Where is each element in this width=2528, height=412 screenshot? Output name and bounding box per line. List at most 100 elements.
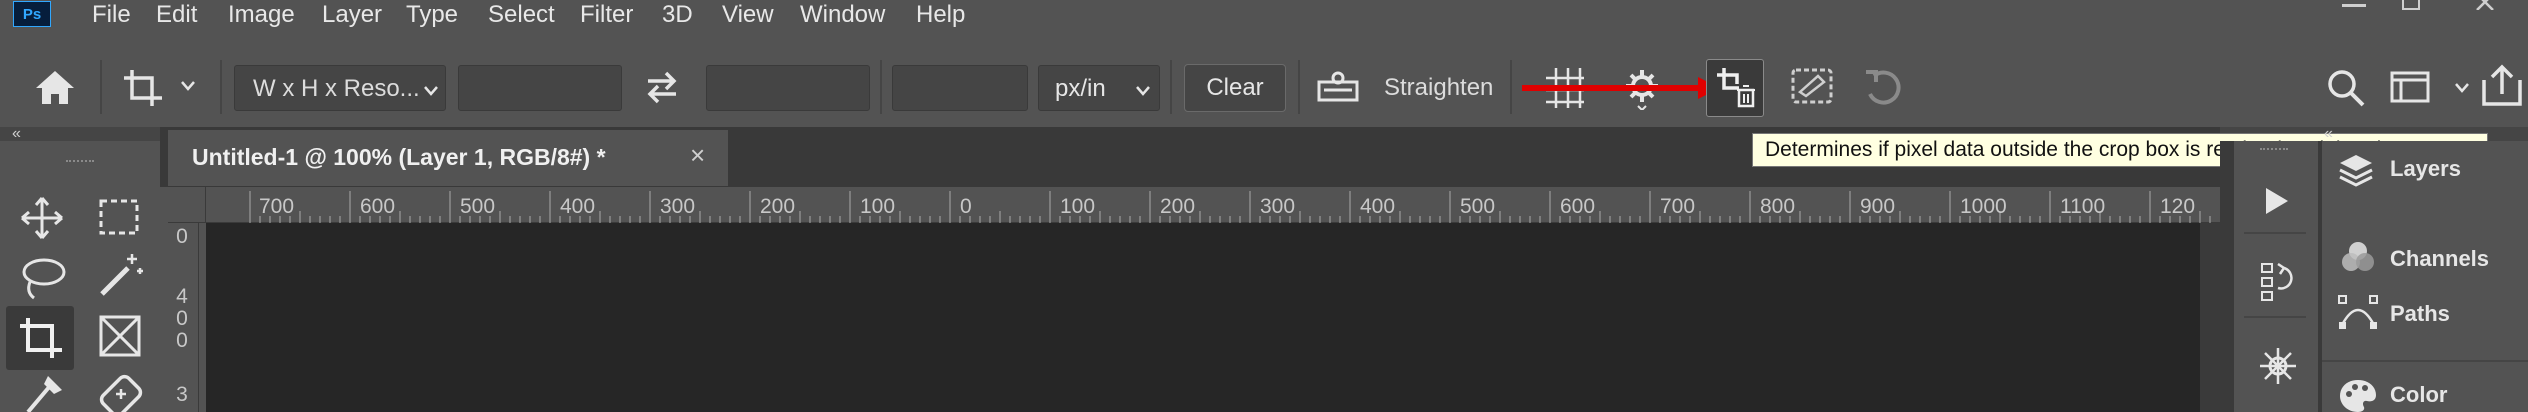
workspace-icon[interactable] — [2390, 70, 2430, 104]
ruler-label: 0 — [176, 307, 188, 330]
frame-tool-icon[interactable] — [98, 314, 142, 358]
ratio-preset-value: W x H x Reso... — [253, 75, 420, 102]
panel-label-paths: Paths — [2390, 301, 2450, 326]
straighten-label[interactable]: Straighten — [1384, 74, 1493, 102]
ratio-preset-dropdown[interactable]: W x H x Reso... — [234, 65, 446, 111]
document-tab-title: Untitled-1 @ 100% (Layer 1, RGB/8#) * — [192, 144, 606, 170]
layers-icon — [2338, 153, 2374, 187]
reset-crop-icon[interactable] — [1862, 68, 1906, 106]
ruler-label: 200 — [760, 195, 796, 218]
delete-cropped-pixels-toggle[interactable] — [1706, 59, 1764, 117]
vertical-scrollbar[interactable] — [2200, 223, 2220, 412]
document-tab[interactable]: Untitled-1 @ 100% (Layer 1, RGB/8#) * × — [168, 130, 728, 186]
menu-select[interactable]: Select — [488, 0, 555, 30]
ruler-label: 0 — [960, 195, 972, 218]
ruler-label: 500 — [460, 195, 496, 218]
history-icon[interactable] — [2260, 262, 2296, 302]
separator — [880, 60, 882, 114]
panel-item-channels[interactable]: Channels — [2322, 231, 2528, 285]
magic-wand-tool-icon[interactable] — [98, 252, 144, 298]
menu-window[interactable]: Window — [800, 0, 885, 30]
vertical-ruler: 0 4 0 0 3 — [168, 223, 206, 412]
ruler-label: 200 — [1160, 195, 1196, 218]
chevron-down-icon — [423, 85, 439, 97]
maximize-window-icon[interactable] — [2402, 0, 2420, 10]
crop-delete-pixels-icon — [1715, 66, 1757, 110]
eyedropper-tool-icon[interactable] — [22, 372, 66, 412]
horizontal-ruler: 700 600 500 400 300 200 100 0 100 200 30… — [206, 187, 2220, 223]
ruler-label: 1100 — [2060, 195, 2106, 218]
separator — [2322, 360, 2528, 362]
collapse-toolbar-icon[interactable]: « — [12, 126, 21, 142]
color-palette-icon — [2338, 378, 2378, 412]
annotation-arrow — [1522, 85, 1700, 91]
clear-button[interactable]: Clear — [1184, 64, 1286, 112]
minimize-window-icon[interactable] — [2342, 4, 2366, 7]
menu-help[interactable]: Help — [916, 0, 965, 30]
menu-image[interactable]: Image — [228, 0, 295, 30]
lasso-tool-icon[interactable] — [20, 256, 68, 302]
separator — [1170, 60, 1172, 114]
panel-label-layers: Layers — [2390, 156, 2461, 181]
paths-icon — [2338, 295, 2378, 331]
ruler-label: 500 — [1460, 195, 1496, 218]
ruler-label: 4 — [176, 285, 188, 308]
crop-height-input[interactable] — [706, 65, 870, 111]
swap-width-height-icon[interactable] — [644, 70, 680, 104]
menu-view[interactable]: View — [722, 0, 774, 30]
separator — [220, 60, 222, 114]
brush-settings-icon[interactable] — [2258, 346, 2298, 386]
panel-label-color: Color — [2390, 382, 2448, 407]
separator — [2244, 316, 2306, 318]
document-canvas[interactable] — [206, 223, 2200, 412]
menu-layer[interactable]: Layer — [322, 0, 382, 30]
panel-item-paths[interactable]: Paths — [2322, 291, 2528, 337]
ruler-corner — [168, 187, 206, 223]
ruler-label: 400 — [560, 195, 596, 218]
ruler-label: 900 — [1860, 195, 1896, 218]
crop-width-input[interactable] — [458, 65, 622, 111]
ruler-label: 0 — [176, 225, 188, 248]
chevron-down-icon — [1135, 85, 1151, 97]
crop-tool-active[interactable] — [6, 306, 74, 370]
content-aware-fill-icon[interactable] — [1790, 66, 1834, 106]
menu-type[interactable]: Type — [406, 0, 458, 30]
close-window-icon[interactable] — [2474, 0, 2496, 10]
ruler-label: 800 — [1760, 195, 1796, 218]
ruler-label: 300 — [660, 195, 696, 218]
crop-tool-icon — [18, 316, 64, 362]
panel-label-channels: Channels — [2390, 246, 2490, 271]
collapse-panels-icon[interactable]: « — [2324, 126, 2333, 142]
resolution-input[interactable] — [892, 65, 1028, 111]
chevron-down-icon[interactable] — [180, 80, 196, 92]
panel-item-color[interactable]: Color — [2322, 372, 2528, 412]
photoshop-logo: Ps — [13, 1, 51, 27]
resolution-unit-value: px/in — [1055, 75, 1106, 102]
close-tab-icon[interactable]: × — [690, 140, 705, 171]
resolution-unit-dropdown[interactable]: px/in — [1038, 65, 1160, 111]
home-icon[interactable] — [34, 68, 76, 106]
menu-filter[interactable]: Filter — [580, 0, 633, 30]
menu-edit[interactable]: Edit — [156, 0, 197, 30]
separator — [2244, 232, 2306, 234]
ruler-label: 0 — [176, 329, 188, 352]
search-icon[interactable] — [2326, 68, 2366, 108]
play-actions-icon[interactable] — [2262, 186, 2292, 216]
ruler-label: 100 — [860, 195, 896, 218]
ruler-label: 300 — [1260, 195, 1296, 218]
marquee-tool-icon[interactable] — [98, 198, 140, 238]
share-icon[interactable] — [2480, 64, 2528, 106]
healing-brush-tool-icon[interactable] — [98, 372, 144, 412]
ruler-label: 700 — [1660, 195, 1696, 218]
move-tool-icon[interactable] — [20, 196, 66, 242]
chevron-down-icon[interactable] — [2454, 82, 2470, 94]
menu-3d[interactable]: 3D — [662, 0, 693, 30]
straighten-level-icon[interactable] — [1316, 70, 1360, 104]
crop-tool-preset-icon[interactable] — [122, 68, 164, 110]
panel-item-layers[interactable]: Layers — [2322, 141, 2528, 201]
menu-file[interactable]: File — [92, 0, 131, 30]
separator — [1298, 60, 1300, 114]
ruler-label: 100 — [1060, 195, 1096, 218]
ruler-label: 700 — [259, 195, 295, 218]
ruler-label: 120 — [2160, 195, 2196, 218]
